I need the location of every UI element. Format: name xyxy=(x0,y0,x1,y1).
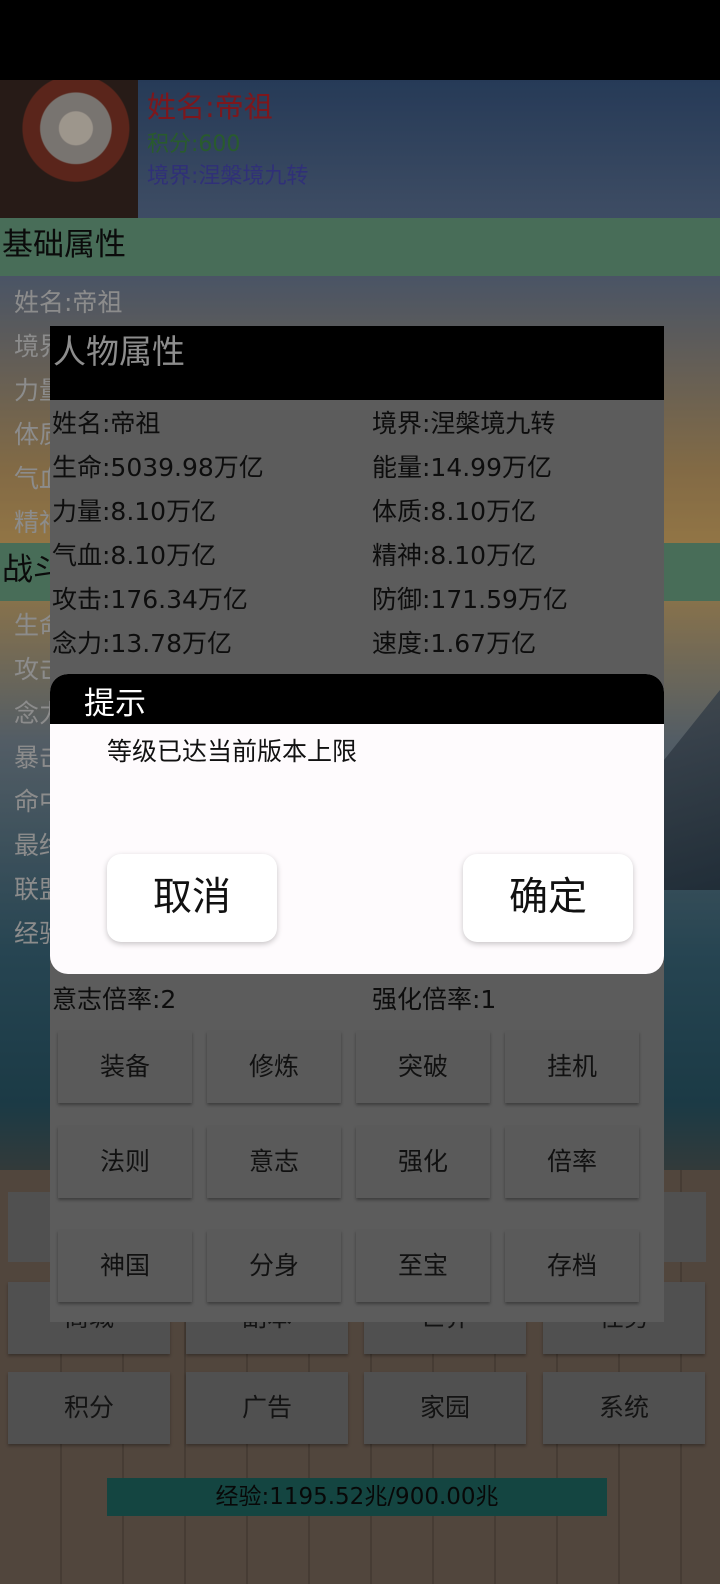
character-attributes-title: 人物属性 xyxy=(50,326,664,400)
basic-attributes-header: 基础属性 xyxy=(0,218,720,276)
bottom-tab-home[interactable]: 家园 xyxy=(364,1372,526,1444)
dialog-message: 等级已达当前版本上限 xyxy=(107,737,358,766)
multiplier-button[interactable]: 倍率 xyxy=(505,1126,639,1198)
attr-mind: 念力:13.78万亿 xyxy=(52,629,232,658)
player-realm: 境界:涅槃境九转 xyxy=(147,164,309,189)
experience-bar: 经验:1195.52兆/900.00兆 xyxy=(107,1478,607,1516)
save-button[interactable]: 存档 xyxy=(505,1230,639,1302)
basic-attr-name: 姓名:帝祖 xyxy=(14,288,123,317)
clone-button[interactable]: 分身 xyxy=(207,1230,341,1302)
equipment-button[interactable]: 装备 xyxy=(58,1031,192,1103)
player-name: 姓名:帝祖 xyxy=(147,90,273,124)
bottom-tab-points[interactable]: 积分 xyxy=(8,1372,170,1444)
treasure-button[interactable]: 至宝 xyxy=(356,1230,490,1302)
bottom-tab-system[interactable]: 系统 xyxy=(543,1372,705,1444)
attr-defense: 防御:171.59万亿 xyxy=(372,585,568,614)
cancel-button[interactable]: 取消 xyxy=(107,854,277,942)
cultivate-button[interactable]: 修炼 xyxy=(207,1031,341,1103)
breakthrough-button[interactable]: 突破 xyxy=(356,1031,490,1103)
attr-name: 姓名:帝祖 xyxy=(52,409,161,438)
attr-constitution: 体质:8.10万亿 xyxy=(372,497,537,526)
confirm-button[interactable]: 确定 xyxy=(463,854,633,942)
idle-button[interactable]: 挂机 xyxy=(505,1031,639,1103)
will-button[interactable]: 意志 xyxy=(207,1126,341,1198)
dialog-title: 提示 xyxy=(84,686,146,722)
attr-life: 生命:5039.98万亿 xyxy=(52,453,264,482)
attr-energy: 能量:14.99万亿 xyxy=(372,453,552,482)
enhance-button[interactable]: 强化 xyxy=(356,1126,490,1198)
attr-spirit: 精神:8.10万亿 xyxy=(372,541,537,570)
avatar[interactable] xyxy=(0,80,138,218)
attr-speed: 速度:1.67万亿 xyxy=(372,629,537,658)
attr-attack: 攻击:176.34万亿 xyxy=(52,585,248,614)
law-button[interactable]: 法则 xyxy=(58,1126,192,1198)
prompt-dialog: 提示 等级已达当前版本上限 取消 确定 xyxy=(50,674,664,974)
bottom-tab-ads[interactable]: 广告 xyxy=(186,1372,348,1444)
attr-will-multiplier: 意志倍率:2 xyxy=(52,985,177,1014)
attr-enhance-multiplier: 强化倍率:1 xyxy=(372,985,497,1014)
status-bar xyxy=(0,0,720,80)
attr-vitality: 气血:8.10万亿 xyxy=(52,541,217,570)
divine-kingdom-button[interactable]: 神国 xyxy=(58,1230,192,1302)
player-score: 积分:600 xyxy=(147,132,241,157)
attr-realm: 境界:涅槃境九转 xyxy=(372,409,556,438)
attr-strength: 力量:8.10万亿 xyxy=(52,497,217,526)
